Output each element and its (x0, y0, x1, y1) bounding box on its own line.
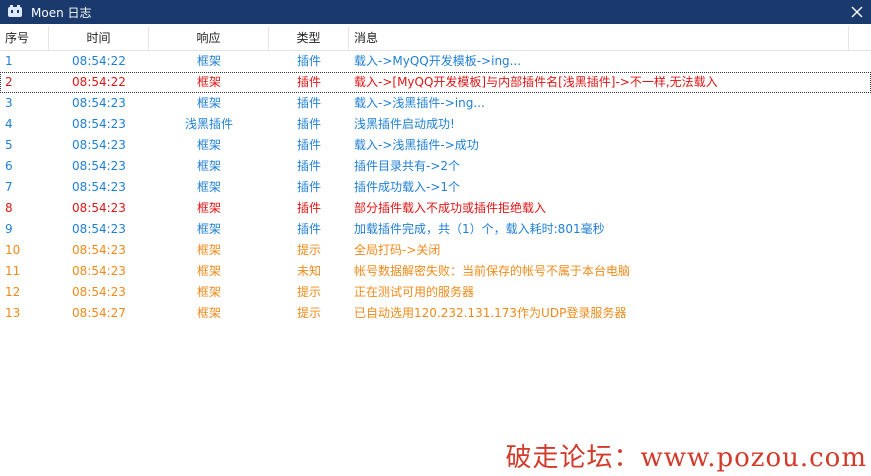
row-time: 08:54:23 (72, 159, 126, 173)
table-row[interactable]: 8 08:54:23 框架 插件 部分插件载入不成功或插件拒绝载入 (0, 198, 871, 219)
row-time: 08:54:23 (72, 138, 126, 152)
row-index: 10 (5, 243, 21, 257)
row-message: 载入->MyQQ开发模板->ing... (354, 54, 522, 68)
row-index: 8 (5, 201, 13, 215)
window-title: Moen 日志 (31, 5, 92, 20)
row-type: 插件 (296, 159, 321, 173)
row-response: 框架 (196, 54, 221, 68)
row-type: 提示 (296, 285, 321, 299)
row-message: 正在测试可用的服务器 (354, 285, 475, 299)
row-response: 框架 (196, 264, 221, 278)
row-response: 框架 (196, 159, 221, 173)
row-index: 1 (5, 54, 13, 68)
row-time: 08:54:22 (72, 75, 126, 89)
close-icon (851, 6, 863, 18)
table-row[interactable]: 2 08:54:22 框架 插件 载入->[MyQQ开发模板]与内部插件名[浅黑插件]-… (0, 72, 871, 93)
row-index: 13 (5, 306, 21, 320)
table-row[interactable]: 7 08:54:23 框架 插件 插件成功载入->1个 (0, 177, 871, 198)
column-header-time[interactable]: 时间 (49, 26, 149, 50)
row-response: 框架 (196, 243, 221, 257)
row-type: 插件 (296, 75, 321, 89)
column-header-idx[interactable]: 序号 (0, 26, 49, 50)
row-type: 插件 (296, 138, 321, 152)
moen-app-icon (7, 4, 23, 20)
title-bar: Moen 日志 (0, 0, 871, 24)
table-row[interactable]: 4 08:54:23 浅黑插件 插件 浅黑插件启动成功! (0, 114, 871, 135)
column-header-type[interactable]: 类型 (269, 26, 349, 50)
table-row[interactable]: 9 08:54:23 框架 插件 加载插件完成，共（1）个，载入耗时:801毫秒 (0, 219, 871, 240)
table-row[interactable]: 12 08:54:23 框架 提示 正在测试可用的服务器 (0, 282, 871, 303)
table-row[interactable]: 5 08:54:23 框架 插件 载入->浅黑插件->成功 (0, 135, 871, 156)
row-time: 08:54:23 (72, 180, 126, 194)
column-header-message[interactable]: 消息 (349, 26, 849, 50)
row-response: 框架 (196, 180, 221, 194)
row-type: 插件 (296, 96, 321, 110)
row-time: 08:54:23 (72, 243, 126, 257)
row-response: 框架 (196, 285, 221, 299)
row-response: 框架 (196, 201, 221, 215)
row-index: 4 (5, 117, 13, 131)
row-time: 08:54:23 (72, 285, 126, 299)
row-time: 08:54:23 (72, 264, 126, 278)
table-row[interactable]: 6 08:54:23 框架 插件 插件目录共有->2个 (0, 156, 871, 177)
row-time: 08:54:23 (72, 222, 126, 236)
row-message: 部分插件载入不成功或插件拒绝载入 (354, 201, 547, 215)
row-message: 载入->[MyQQ开发模板]与内部插件名[浅黑插件]->不一样,无法载入 (354, 75, 718, 89)
row-type: 未知 (296, 264, 321, 278)
row-type: 提示 (296, 306, 321, 320)
table-row[interactable]: 3 08:54:23 框架 插件 载入->浅黑插件->ing... (0, 93, 871, 114)
table-row[interactable]: 1 08:54:22 框架 插件 载入->MyQQ开发模板->ing... (0, 51, 871, 72)
table-row[interactable]: 11 08:54:23 框架 未知 帐号数据解密失败：当前保存的帐号不属于本台电脑 (0, 261, 871, 282)
row-type: 插件 (296, 54, 321, 68)
row-response: 框架 (196, 138, 221, 152)
row-index: 2 (5, 75, 13, 89)
row-response: 框架 (196, 306, 221, 320)
row-type: 插件 (296, 117, 321, 131)
column-header-response[interactable]: 响应 (149, 26, 269, 50)
row-message: 帐号数据解密失败：当前保存的帐号不属于本台电脑 (354, 264, 631, 278)
row-response: 框架 (196, 75, 221, 89)
row-time: 08:54:23 (72, 96, 126, 110)
row-message: 已自动选用120.232.131.173作为UDP登录服务器 (354, 306, 627, 320)
close-button[interactable] (843, 0, 871, 24)
row-message: 载入->浅黑插件->ing... (354, 96, 485, 110)
row-time: 08:54:23 (72, 117, 126, 131)
row-response: 浅黑插件 (184, 117, 233, 131)
row-index: 7 (5, 180, 13, 194)
row-type: 提示 (296, 243, 321, 257)
watermark-text: 破走论坛：www.pozou.com (505, 443, 867, 473)
log-table-body: 1 08:54:22 框架 插件 载入->MyQQ开发模板->ing... 2 08:54:… (0, 51, 871, 324)
row-type: 插件 (296, 201, 321, 215)
table-row[interactable]: 10 08:54:23 框架 提示 全局打码->关闭 (0, 240, 871, 261)
row-time: 08:54:22 (72, 54, 126, 68)
row-index: 3 (5, 96, 13, 110)
table-row[interactable]: 13 08:54:27 框架 提示 已自动选用120.232.131.173作为UDP登… (0, 303, 871, 324)
row-response: 框架 (196, 96, 221, 110)
row-index: 9 (5, 222, 13, 236)
row-type: 插件 (296, 180, 321, 194)
row-response: 框架 (196, 222, 221, 236)
row-message: 载入->浅黑插件->成功 (354, 138, 479, 152)
row-index: 5 (5, 138, 13, 152)
row-message: 插件目录共有->2个 (354, 159, 461, 173)
row-index: 6 (5, 159, 13, 173)
row-message: 全局打码->关闭 (354, 243, 441, 257)
row-time: 08:54:23 (72, 201, 126, 215)
row-message: 浅黑插件启动成功! (354, 117, 455, 131)
row-message: 加载插件完成，共（1）个，载入耗时:801毫秒 (354, 222, 605, 236)
row-time: 08:54:27 (72, 306, 126, 320)
row-index: 12 (5, 285, 21, 299)
row-index: 11 (5, 264, 21, 278)
log-table-header: 序号 时间 响应 类型 消息 (0, 26, 871, 51)
row-type: 插件 (296, 222, 321, 236)
row-message: 插件成功载入->1个 (354, 180, 461, 194)
